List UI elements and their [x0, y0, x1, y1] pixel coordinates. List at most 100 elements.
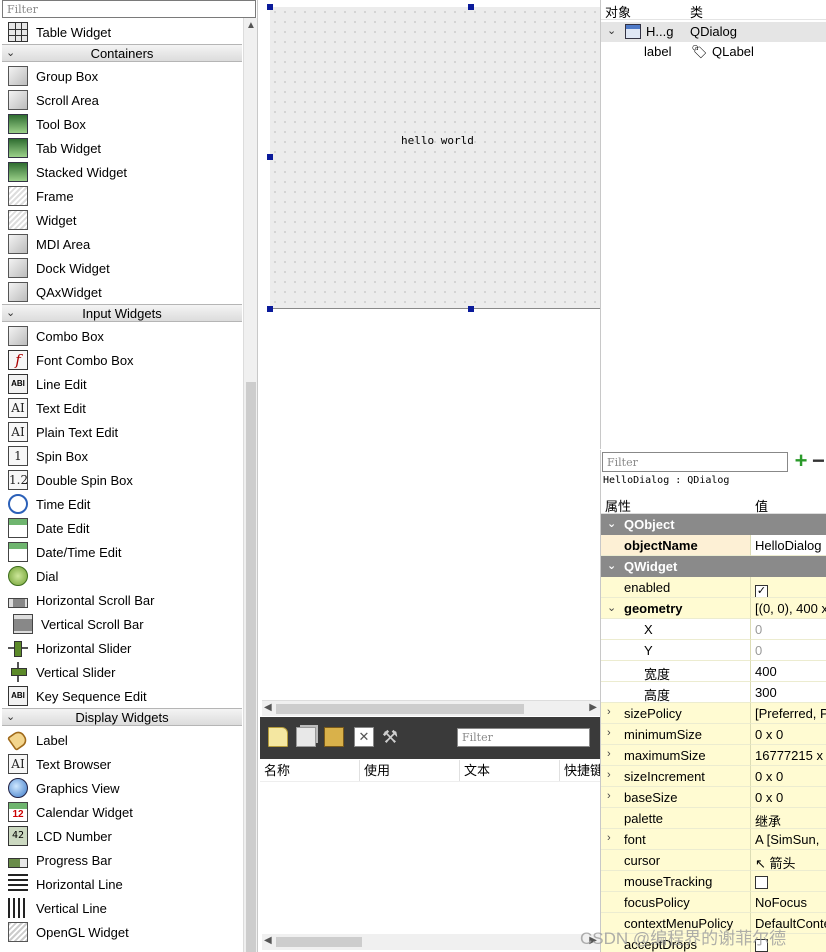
- property-value[interactable]: [Preferred, P: [751, 703, 826, 724]
- widget-box-item[interactable]: Date Edit: [2, 516, 242, 540]
- hello-world-label[interactable]: hello world: [401, 134, 474, 147]
- widget-box-item[interactable]: Label: [2, 728, 242, 752]
- property-value[interactable]: 400: [751, 661, 826, 682]
- widget-box-item[interactable]: OpenGL Widget: [2, 920, 242, 944]
- property-value[interactable]: [(0, 0), 400 x: [751, 598, 826, 619]
- widget-box-item[interactable]: Frame: [2, 184, 242, 208]
- chevron-down-icon[interactable]: ⌄: [6, 306, 15, 319]
- widget-box-item[interactable]: Time Edit: [2, 492, 242, 516]
- chevron-right-icon[interactable]: ›: [607, 790, 611, 802]
- category-header[interactable]: ⌄ Containers: [2, 44, 242, 62]
- delete-action-icon[interactable]: ✕: [354, 727, 374, 747]
- widget-box-item[interactable]: QAxWidget: [2, 280, 242, 304]
- property-row[interactable]: minimumSize › 0 x 0: [601, 724, 826, 745]
- copy-action-icon[interactable]: [296, 727, 316, 747]
- widget-box-item[interactable]: AI Text Edit: [2, 396, 242, 420]
- property-value[interactable]: ↖ 箭头: [751, 850, 826, 871]
- widget-box-item[interactable]: Scroll Area: [2, 88, 242, 112]
- widget-box-item[interactable]: MDI Area: [2, 232, 242, 256]
- header-class[interactable]: 类: [690, 2, 703, 21]
- property-row[interactable]: cursor ↖ 箭头: [601, 850, 826, 871]
- widget-box-item[interactable]: AI Plain Text Edit: [2, 420, 242, 444]
- scroll-right-arrow-icon[interactable]: ▶: [589, 702, 597, 713]
- resize-handle-top-left[interactable]: [267, 4, 273, 10]
- widget-box-item[interactable]: Dial: [2, 564, 242, 588]
- widget-box-item[interactable]: AI Text Browser: [2, 752, 242, 776]
- add-property-icon[interactable]: +: [790, 450, 812, 474]
- property-row[interactable]: sizePolicy › [Preferred, P: [601, 703, 826, 724]
- scroll-left-arrow-icon[interactable]: ◀: [264, 935, 272, 946]
- resize-handle-middle-left[interactable]: [267, 154, 273, 160]
- property-row[interactable]: enabled ✓: [601, 577, 826, 598]
- widget-box-filter-input[interactable]: Filter: [2, 0, 256, 18]
- object-row-label[interactable]: label 🏷 QLabel: [601, 42, 826, 62]
- chevron-right-icon[interactable]: ›: [607, 748, 611, 760]
- property-row[interactable]: baseSize › 0 x 0: [601, 787, 826, 808]
- property-row[interactable]: 高度 300: [601, 682, 826, 703]
- dialog-form-canvas[interactable]: hello world: [270, 7, 600, 309]
- property-row[interactable]: X0: [601, 619, 826, 640]
- property-value[interactable]: A [SimSun,: [751, 829, 826, 850]
- widget-box-scrollbar[interactable]: ▲: [243, 18, 257, 952]
- widget-box-item[interactable]: Group Box: [2, 64, 242, 88]
- scrollbar-thumb[interactable]: [276, 937, 362, 947]
- resize-handle-bottom-left[interactable]: [267, 306, 273, 312]
- property-row[interactable]: geometry ⌄ [(0, 0), 400 x: [601, 598, 826, 619]
- category-header[interactable]: ⌄ Display Widgets: [2, 708, 242, 726]
- property-value[interactable]: 0 x 0: [751, 787, 826, 808]
- property-row[interactable]: Y0: [601, 640, 826, 661]
- resize-handle-top-middle[interactable]: [468, 4, 474, 10]
- chevron-down-icon[interactable]: ⌄: [607, 517, 616, 530]
- property-row[interactable]: maximumSize › 16777215 x: [601, 745, 826, 766]
- scrollbar-thumb[interactable]: [246, 382, 256, 952]
- column-header-shortcut[interactable]: 快捷键: [560, 760, 600, 781]
- chevron-down-icon[interactable]: ⌄: [607, 601, 616, 614]
- widget-box-item[interactable]: Graphics View: [2, 776, 242, 800]
- property-value[interactable]: 0: [751, 640, 826, 661]
- scrollbar-thumb[interactable]: [276, 704, 524, 714]
- widget-box-item[interactable]: 12 Calendar Widget: [2, 800, 242, 824]
- property-value[interactable]: 300: [751, 682, 826, 703]
- property-row[interactable]: QWidget ⌄: [601, 556, 826, 577]
- form-horizontal-scrollbar[interactable]: ◀ ▶: [262, 700, 600, 716]
- widget-box-item[interactable]: Horizontal Slider: [2, 636, 242, 660]
- property-row[interactable]: QObject ⌄: [601, 514, 826, 535]
- property-row[interactable]: palette 继承: [601, 808, 826, 829]
- widget-box-item[interactable]: Tool Box: [2, 112, 242, 136]
- property-filter-input[interactable]: Filter: [602, 452, 788, 472]
- action-table-body[interactable]: [260, 782, 600, 934]
- widget-box-item[interactable]: 1.2 Double Spin Box: [2, 468, 242, 492]
- chevron-down-icon[interactable]: ⌄: [6, 46, 15, 59]
- paste-action-icon[interactable]: [324, 727, 344, 747]
- chevron-down-icon[interactable]: ⌄: [607, 24, 616, 37]
- property-value[interactable]: ✓: [751, 577, 826, 598]
- chevron-down-icon[interactable]: ⌄: [607, 559, 616, 572]
- widget-box-item[interactable]: ABI Line Edit: [2, 372, 242, 396]
- widget-box-item[interactable]: Horizontal Line: [2, 872, 242, 896]
- widget-box-item[interactable]: Vertical Slider: [2, 660, 242, 684]
- property-value[interactable]: [751, 871, 826, 892]
- category-header[interactable]: ⌄ Input Widgets: [2, 304, 242, 322]
- widget-box-item[interactable]: Stacked Widget: [2, 160, 242, 184]
- resize-handle-bottom-middle[interactable]: [468, 306, 474, 312]
- property-row[interactable]: font › A [SimSun,: [601, 829, 826, 850]
- property-row[interactable]: mouseTracking: [601, 871, 826, 892]
- widget-box-item[interactable]: Vertical Line: [2, 896, 242, 920]
- widget-box-item[interactable]: f Font Combo Box: [2, 348, 242, 372]
- widget-box-item[interactable]: Table Widget: [2, 20, 242, 44]
- property-row[interactable]: focusPolicy NoFocus: [601, 892, 826, 913]
- header-value[interactable]: 值: [755, 496, 768, 515]
- widget-box-item[interactable]: Tab Widget: [2, 136, 242, 160]
- property-value[interactable]: NoFocus: [751, 892, 826, 913]
- property-value[interactable]: 继承: [751, 808, 826, 829]
- action-filter-input[interactable]: Filter: [457, 728, 590, 747]
- chevron-right-icon[interactable]: ›: [607, 727, 611, 739]
- configure-wrench-icon[interactable]: ⚒: [382, 727, 402, 747]
- widget-box-item[interactable]: ABI Key Sequence Edit: [2, 684, 242, 708]
- widget-box-item[interactable]: Dock Widget: [2, 256, 242, 280]
- widget-box-item[interactable]: Horizontal Scroll Bar: [2, 588, 242, 612]
- scroll-left-arrow-icon[interactable]: ◀: [264, 702, 272, 713]
- property-value[interactable]: HelloDialog: [751, 535, 826, 556]
- chevron-right-icon[interactable]: ›: [607, 832, 611, 844]
- checkbox-checked[interactable]: ✓: [755, 585, 768, 597]
